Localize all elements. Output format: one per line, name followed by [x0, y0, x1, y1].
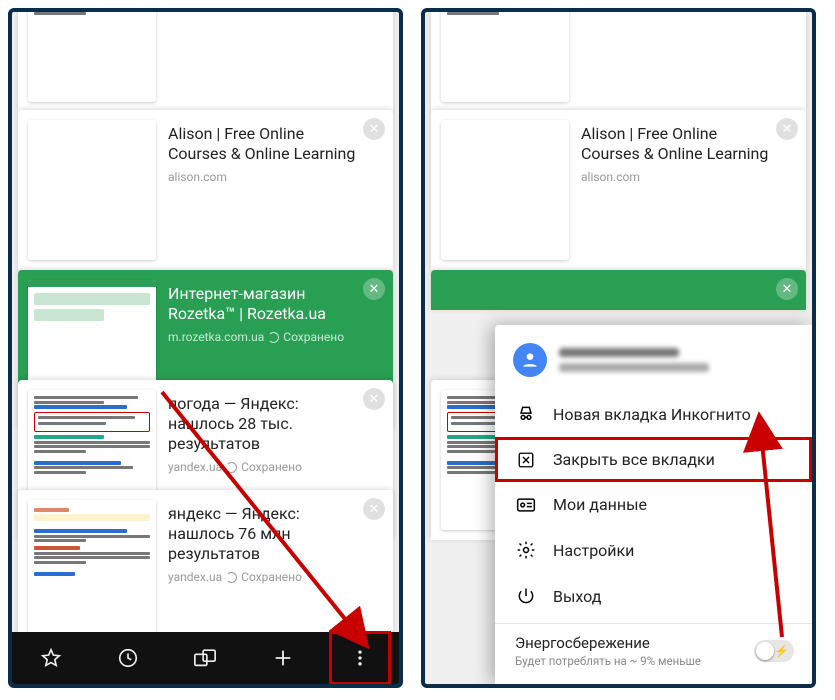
saved-label: Сохранено: [241, 460, 302, 474]
menu-item-incognito[interactable]: Новая вкладка Инкогнито: [495, 391, 812, 437]
energy-label: Энергосбережение: [515, 634, 701, 652]
saved-label: Сохранено: [283, 330, 344, 344]
tab-card[interactable]: Alison | Free Online Courses & Online Le…: [18, 110, 393, 270]
menu-item-label: Закрыть все вкладки: [553, 450, 715, 469]
user-avatar-icon: [513, 343, 547, 377]
tabs-button[interactable]: [175, 632, 235, 684]
tab-thumbnail: [28, 120, 156, 260]
menu-item-label: Выход: [553, 587, 601, 606]
tab-title: Alison | Free Online Courses & Online Le…: [581, 124, 772, 164]
tab-thumbnail: [441, 8, 569, 102]
menu-item-label: Мои данные: [553, 495, 647, 514]
incognito-icon: [515, 404, 537, 424]
reload-icon: [268, 332, 279, 343]
tab-domain: alison.com: [581, 170, 640, 184]
menu-item-close-all-tabs[interactable]: Закрыть все вкладки: [495, 437, 812, 482]
menu-user-row[interactable]: [495, 337, 812, 391]
new-tab-button[interactable]: [253, 632, 313, 684]
close-tab-button[interactable]: ✕: [776, 118, 798, 140]
tab-thumbnail: [441, 120, 569, 260]
menu-item-label: Настройки: [553, 541, 634, 560]
reload-icon: [226, 572, 237, 583]
tab-card[interactable]: 2 млн результатов yandex.ua Сохранено ✕: [431, 8, 806, 112]
gear-icon: [515, 540, 537, 560]
tab-domain: alison.com: [168, 170, 227, 184]
close-box-icon: [515, 451, 537, 469]
close-tab-button[interactable]: ✕: [363, 388, 385, 410]
tab-title: Alison | Free Online Courses & Online Le…: [168, 124, 359, 164]
close-tab-button[interactable]: ✕: [363, 498, 385, 520]
tab-title: погода — Яндекс: нашлось 28 тыс. результ…: [168, 394, 359, 454]
bookmark-button[interactable]: [21, 632, 81, 684]
history-button[interactable]: [98, 632, 158, 684]
tab-thumbnail: [28, 8, 156, 102]
close-tab-button[interactable]: ✕: [363, 278, 385, 300]
menu-item-label: Новая вкладка Инкогнито: [553, 405, 751, 424]
tab-card[interactable]: Alison | Free Online Courses & Online Le…: [431, 110, 806, 270]
saved-label: Сохранено: [241, 570, 302, 584]
tab-domain: yandex.ua: [168, 570, 222, 584]
overflow-menu-panel: Новая вкладка Инкогнито Закрыть все вкла…: [495, 325, 812, 684]
user-info-blurred: [559, 348, 709, 372]
bolt-icon: ⚡: [774, 644, 789, 658]
id-card-icon: [515, 496, 537, 514]
energy-sublabel: Будет потреблять на ~ 9% меньше: [515, 654, 701, 668]
energy-toggle[interactable]: ⚡: [754, 640, 794, 662]
reload-icon: [226, 462, 237, 473]
menu-item-exit[interactable]: Выход: [495, 573, 812, 619]
phone-left: 2 млн результатов yandex.ua Сохранено ✕ …: [8, 8, 403, 688]
close-tab-button[interactable]: ✕: [776, 278, 798, 300]
menu-item-my-data[interactable]: Мои данные: [495, 482, 812, 527]
bottom-toolbar: [12, 632, 399, 684]
menu-item-settings[interactable]: Настройки: [495, 527, 812, 573]
tab-title: Интернет-магазин Rozetka™ | Rozetka.ua: [168, 284, 359, 324]
tab-card-active[interactable]: ✕: [431, 270, 806, 310]
tab-domain: yandex.ua: [168, 460, 222, 474]
tab-title: яндекс — Яндекс: нашлось 76 млн результа…: [168, 504, 359, 564]
menu-energy-saving[interactable]: Энергосбережение Будет потреблять на ~ 9…: [495, 623, 812, 678]
close-tab-button[interactable]: ✕: [363, 118, 385, 140]
tabs-switcher[interactable]: 2 млн результатов yandex.ua Сохранено ✕ …: [425, 12, 812, 684]
tab-card[interactable]: яндекс — Яндекс: нашлось 76 млн результа…: [18, 490, 393, 650]
tab-thumbnail: [28, 500, 156, 640]
tabs-switcher[interactable]: 2 млн результатов yandex.ua Сохранено ✕ …: [12, 12, 399, 684]
tab-domain: m.rozetka.com.ua: [168, 330, 264, 344]
tab-card[interactable]: 2 млн результатов yandex.ua Сохранено ✕: [18, 8, 393, 112]
menu-button[interactable]: [330, 632, 390, 684]
phone-right: 2 млн результатов yandex.ua Сохранено ✕ …: [421, 8, 816, 688]
power-icon: [515, 586, 537, 606]
